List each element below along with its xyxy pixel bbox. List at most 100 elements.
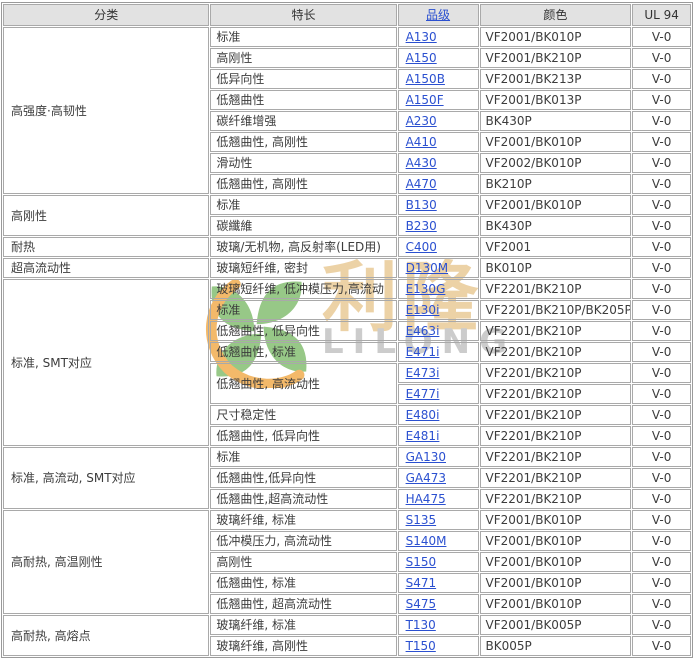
table-row: 标准, 高流动, SMT对应标准GA130VF2201/BK210PV-0 [3, 447, 691, 467]
feature-cell: 标准 [210, 27, 396, 47]
grade-link[interactable]: A430 [406, 156, 437, 170]
feature-cell: 低翘曲性, 高刚性 [210, 132, 396, 152]
color-cell: BK430P [480, 111, 632, 131]
grade-link[interactable]: A130 [406, 30, 437, 44]
grade-link[interactable]: B130 [406, 198, 437, 212]
grade-link[interactable]: S475 [406, 597, 437, 611]
feature-cell: 高刚性 [210, 48, 396, 68]
ul94-cell: V-0 [632, 405, 691, 425]
grade-link[interactable]: T150 [406, 639, 436, 653]
ul94-cell: V-0 [632, 384, 691, 404]
color-cell: VF2001/BK010P [480, 27, 632, 47]
ul94-cell: V-0 [632, 447, 691, 467]
feature-cell: 标准 [210, 300, 396, 320]
ul94-cell: V-0 [632, 510, 691, 530]
ul94-cell: V-0 [632, 48, 691, 68]
ul94-cell: V-0 [632, 300, 691, 320]
grade-cell: HA475 [398, 489, 479, 509]
color-cell: VF2001 [480, 237, 632, 257]
grade-link[interactable]: GA473 [406, 471, 446, 485]
feature-cell: 低冲模压力, 高流动性 [210, 531, 396, 551]
ul94-cell: V-0 [632, 132, 691, 152]
category-cell: 标准, SMT对应 [3, 279, 209, 446]
grade-link[interactable]: A150 [406, 51, 437, 65]
color-cell: VF2001/BK010P [480, 531, 632, 551]
header-category: 分类 [3, 4, 209, 26]
grade-cell: E473i [398, 363, 479, 383]
ul94-cell: V-0 [632, 111, 691, 131]
grade-cell: E130i [398, 300, 479, 320]
header-grade-link[interactable]: 品级 [426, 8, 450, 22]
grade-link[interactable]: A150F [406, 93, 444, 107]
ul94-cell: V-0 [632, 258, 691, 278]
feature-cell: 低翘曲性, 标准 [210, 342, 396, 362]
feature-cell: 低翘曲性,低异向性 [210, 468, 396, 488]
grade-link[interactable]: HA475 [406, 492, 446, 506]
feature-cell: 低翘曲性, 高刚性 [210, 174, 396, 194]
grade-cell: T150 [398, 636, 479, 656]
grade-link[interactable]: A230 [406, 114, 437, 128]
feature-cell: 玻璃/无机物, 高反射率(LED用) [210, 237, 396, 257]
category-cell: 高耐热, 高熔点 [3, 615, 209, 656]
color-cell: VF2201/BK210P [480, 426, 632, 446]
color-cell: BK005P [480, 636, 632, 656]
feature-cell: 低翘曲性, 低异向性 [210, 426, 396, 446]
ul94-cell: V-0 [632, 237, 691, 257]
grade-link[interactable]: E477i [406, 387, 440, 401]
grade-link[interactable]: E130i [406, 303, 440, 317]
feature-cell: 尺寸稳定性 [210, 405, 396, 425]
grade-link[interactable]: T130 [406, 618, 436, 632]
grade-link[interactable]: GA130 [406, 450, 446, 464]
grade-cell: A150 [398, 48, 479, 68]
grade-cell: A230 [398, 111, 479, 131]
grade-cell: A150F [398, 90, 479, 110]
grade-cell: A410 [398, 132, 479, 152]
grade-link[interactable]: A150B [406, 72, 445, 86]
grade-link[interactable]: S150 [406, 555, 437, 569]
grade-link[interactable]: S135 [406, 513, 437, 527]
feature-cell: 低翘曲性,超高流动性 [210, 489, 396, 509]
grade-link[interactable]: E463i [406, 324, 440, 338]
ul94-cell: V-0 [632, 195, 691, 215]
grade-cell: E480i [398, 405, 479, 425]
ul94-cell: V-0 [632, 174, 691, 194]
feature-cell: 滑动性 [210, 153, 396, 173]
header-feature: 特长 [210, 4, 396, 26]
grade-link[interactable]: E473i [406, 366, 440, 380]
grade-link[interactable]: E481i [406, 429, 440, 443]
category-cell: 高耐热, 高温刚性 [3, 510, 209, 614]
grade-link[interactable]: D130M [406, 261, 449, 275]
ul94-cell: V-0 [632, 489, 691, 509]
color-cell: VF2201/BK210P [480, 489, 632, 509]
category-cell: 耐热 [3, 237, 209, 257]
ul94-cell: V-0 [632, 531, 691, 551]
grade-link[interactable]: E130G [406, 282, 446, 296]
ul94-cell: V-0 [632, 552, 691, 572]
color-cell: BK430P [480, 216, 632, 236]
grade-cell: A430 [398, 153, 479, 173]
ul94-cell: V-0 [632, 27, 691, 47]
grade-link[interactable]: C400 [406, 240, 437, 254]
grade-link[interactable]: A410 [406, 135, 437, 149]
grade-cell: B230 [398, 216, 479, 236]
table-header-row: 分类 特长 品级 颜色 UL 94 [3, 4, 691, 26]
grade-cell: GA130 [398, 447, 479, 467]
color-cell: VF2201/BK210P [480, 447, 632, 467]
grade-cell: A150B [398, 69, 479, 89]
grade-link[interactable]: E480i [406, 408, 440, 422]
grade-link[interactable]: E471i [406, 345, 440, 359]
grade-link[interactable]: B230 [406, 219, 437, 233]
ul94-cell: V-0 [632, 573, 691, 593]
feature-cell: 玻璃短纤维, 低冲模压力,高流动 [210, 279, 396, 299]
feature-cell: 碳纖維 [210, 216, 396, 236]
color-cell: BK010P [480, 258, 632, 278]
table-row: 耐热玻璃/无机物, 高反射率(LED用) C400 VF2001V-0 [3, 237, 691, 257]
grade-cell: E463i [398, 321, 479, 341]
grade-cell: A130 [398, 27, 479, 47]
feature-cell: 低翘曲性, 高流动性 [210, 363, 396, 404]
grade-link[interactable]: A470 [406, 177, 437, 191]
header-grade-cell: 品级 [398, 4, 479, 26]
grade-link[interactable]: S140M [406, 534, 447, 548]
category-cell: 超高流动性 [3, 258, 209, 278]
grade-link[interactable]: S471 [406, 576, 437, 590]
